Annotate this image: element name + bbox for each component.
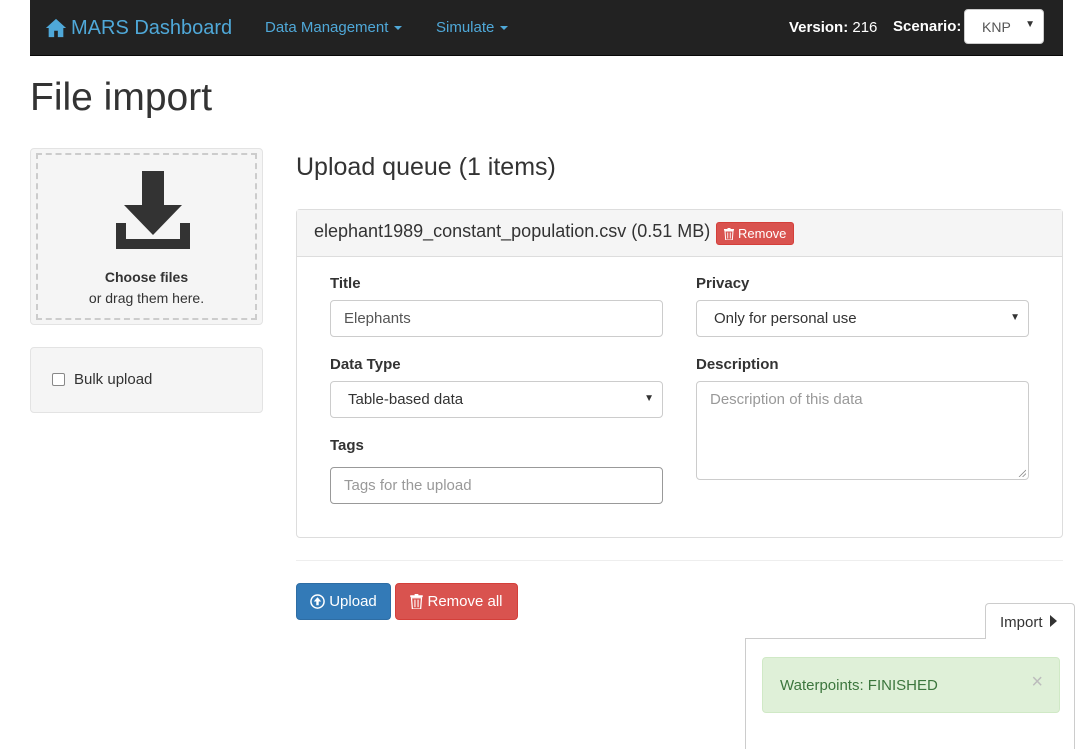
upload-button-label: Upload [329,593,377,610]
menu-data-management[interactable]: Data Management [265,19,403,36]
version-value: 216 [852,19,878,36]
trash-icon [410,594,424,609]
privacy-label: Privacy [696,275,750,292]
import-toggle-label: Import [1000,614,1043,631]
select-arrow-icon: ▼ [1025,19,1035,30]
caret-down-icon [500,25,509,30]
data-type-select-value: Table-based data [348,391,464,408]
dropzone-hint: or drag them here. [88,290,205,306]
select-arrow-icon: ▼ [644,393,654,404]
home-icon [45,18,67,38]
caret-down-icon [394,25,403,30]
upload-button[interactable]: Upload [296,583,391,620]
bulk-upload-checkbox[interactable] [52,373,65,386]
description-label: Description [696,356,779,373]
page-title: File import [30,76,213,119]
title-input[interactable]: Elephants [330,300,663,337]
menu-simulate-label: Simulate [436,19,495,36]
bulk-upload-well: Bulk upload [30,347,263,413]
tags-input[interactable]: Tags for the upload [330,467,663,504]
title-label: Title [330,275,361,292]
version-label: Version: [789,19,849,36]
description-textarea[interactable]: Description of this data [696,381,1029,480]
dropzone-well: Choose files or drag them here. [30,148,263,325]
status-alert: Waterpoints: FINISHED × [762,657,1060,713]
description-placeholder: Description of this data [710,391,863,408]
download-icon [116,171,190,249]
tags-label: Tags [330,437,364,454]
remove-all-button[interactable]: Remove all [395,583,518,620]
title-input-value: Elephants [344,310,411,327]
brand-link[interactable]: MARS Dashboard [45,14,232,42]
menu-data-management-label: Data Management [265,19,389,36]
resize-grip-icon [1018,469,1026,477]
upload-item-header: elephant1989_constant_population.csv (0.… [297,210,1062,257]
menu-simulate[interactable]: Simulate [436,19,509,36]
bulk-upload-label[interactable]: Bulk upload [74,371,152,388]
scenario-label: Scenario: [893,18,962,35]
dropzone-choose-label: Choose files [104,269,189,285]
privacy-select-value: Only for personal use [714,310,857,327]
data-type-label: Data Type [330,356,401,373]
brand-label: MARS Dashboard [71,16,233,39]
upload-file-name: elephant1989_constant_population.csv (0.… [314,221,711,241]
scenario-value: KNP [982,19,1011,35]
upload-item-panel: elephant1989_constant_population.csv (0.… [296,209,1063,538]
upload-circle-icon [310,594,326,609]
trash-icon [724,227,734,240]
tags-placeholder: Tags for the upload [344,477,472,494]
remove-item-button[interactable]: Remove [716,222,795,245]
caret-right-icon [1050,615,1057,627]
privacy-select[interactable]: Only for personal use ▼ [696,300,1029,337]
select-arrow-icon: ▼ [1010,312,1020,323]
version-info: Version: 216 [789,19,877,36]
status-alert-message: Waterpoints: FINISHED [780,677,938,694]
upload-queue-title: Upload queue (1 items) [296,153,556,181]
scenario-select[interactable]: KNP ▼ [964,9,1044,44]
data-type-select[interactable]: Table-based data ▼ [330,381,663,418]
import-toggle-button[interactable]: Import [985,603,1075,639]
dropzone[interactable]: Choose files or drag them here. [36,153,257,320]
navbar: MARS Dashboard Data Management Simulate … [30,0,1063,56]
remove-item-label: Remove [738,226,787,241]
import-status-panel: Waterpoints: FINISHED × [745,638,1075,749]
close-icon[interactable]: × [1031,672,1043,692]
remove-all-label: Remove all [427,593,503,610]
divider [296,560,1063,561]
